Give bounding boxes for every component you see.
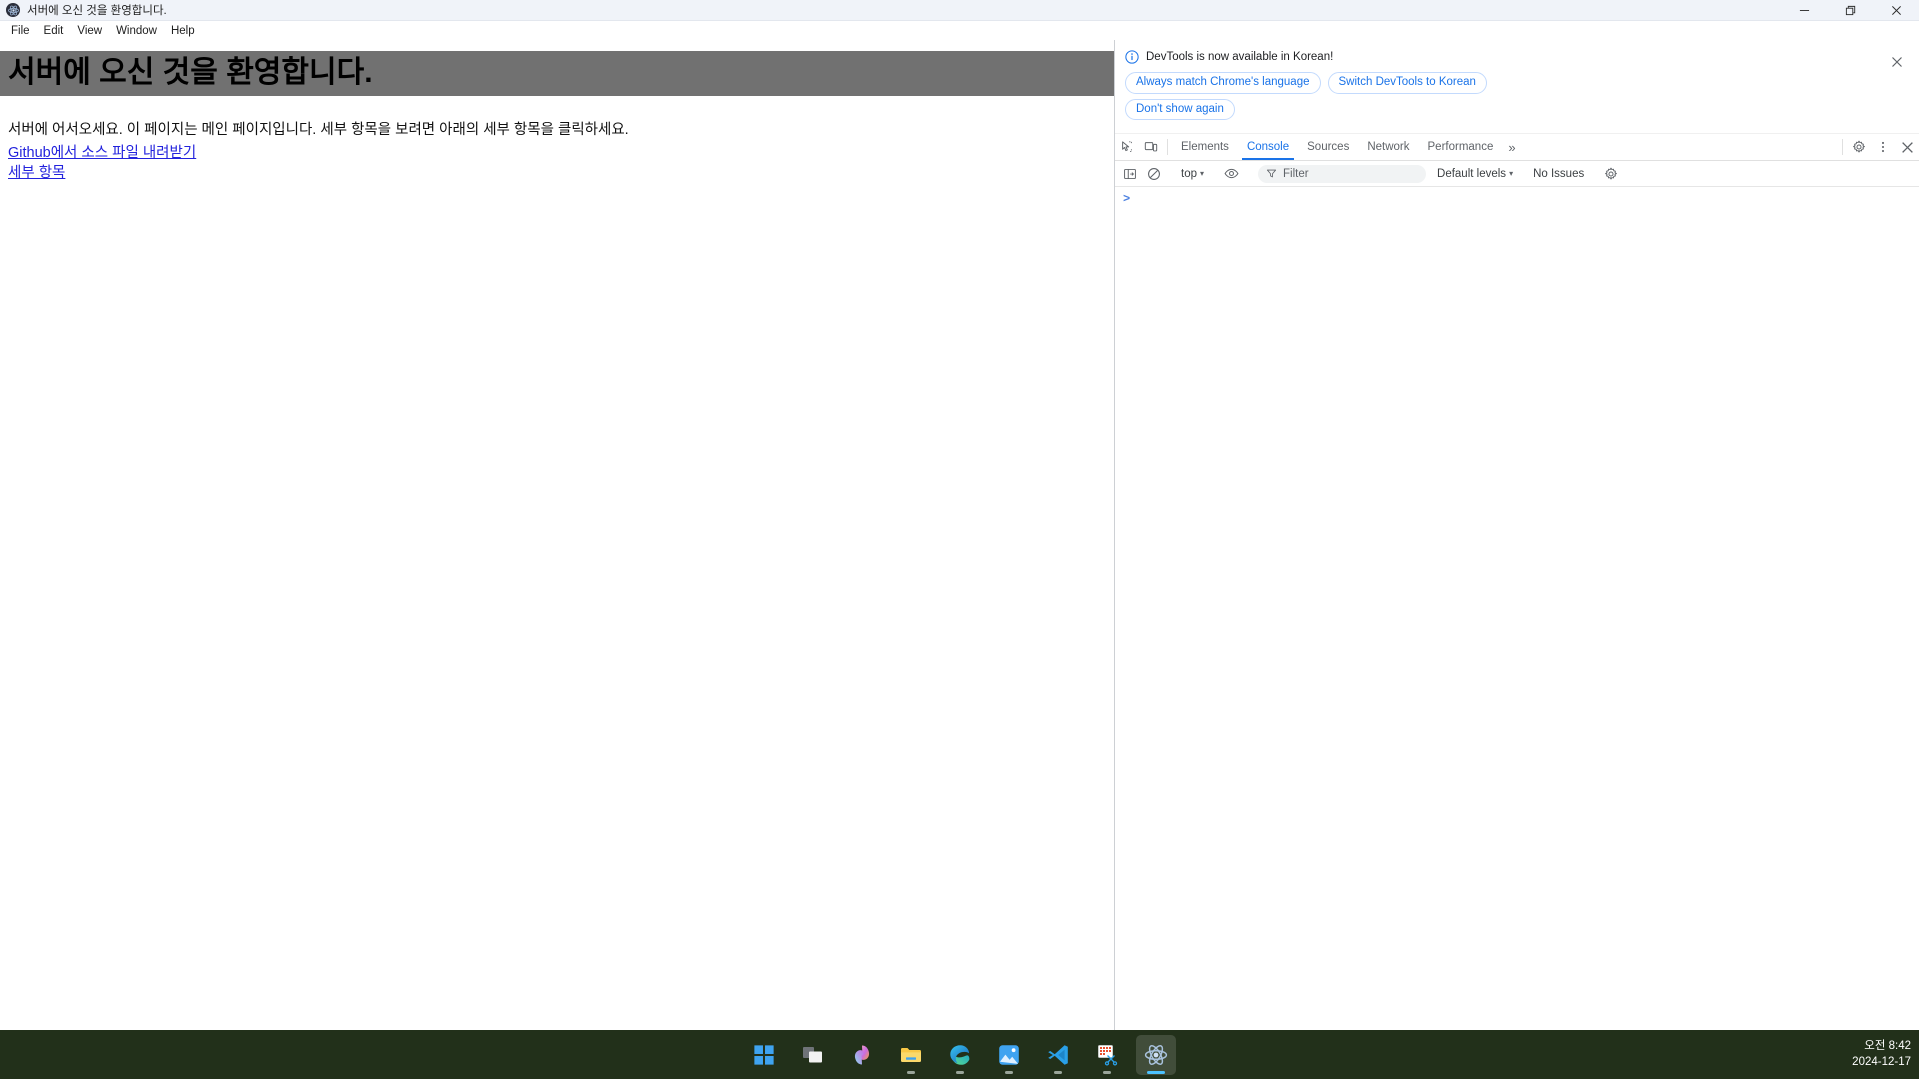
window-titlebar[interactable]: 서버에 오신 것을 환영합니다. [0, 0, 1919, 21]
folder-icon [900, 1047, 921, 1062]
tabbar-divider [1167, 139, 1168, 156]
rendered-web-page: 서버에 오신 것을 환영합니다. 서버에 어서오세요. 이 페이지는 메인 페이… [0, 40, 1114, 1030]
tabbar-right-controls [1838, 134, 1919, 160]
more-tabs-chevron-icon[interactable]: » [1502, 134, 1521, 160]
running-indicator [906, 1070, 915, 1074]
dont-show-again-button[interactable]: Don't show again [1125, 98, 1235, 121]
window-body: 서버에 오신 것을 환영합니다. 서버에 어서오세요. 이 페이지는 메인 페이… [0, 40, 1919, 1030]
window-title: 서버에 오신 것을 환영합니다. [27, 5, 167, 17]
devtools-tabbar: Elements Console Sources Network Perform… [1115, 134, 1919, 162]
photos-icon [998, 1044, 1019, 1065]
active-indicator [1146, 1070, 1165, 1074]
chevron-down-icon-levels: ▾ [1509, 168, 1514, 178]
console-filter-input[interactable] [1283, 167, 1419, 180]
console-prompt-row[interactable]: > [1115, 191, 1919, 209]
close-devtools-icon[interactable] [1895, 134, 1919, 160]
execution-context-selector[interactable]: top ▾ [1175, 166, 1210, 182]
tab-elements[interactable]: Elements [1172, 134, 1238, 160]
device-toolbar-icon[interactable] [1139, 134, 1163, 160]
windows-taskbar: 오전 8:42 2024-12-17 [0, 1030, 1919, 1079]
tab-performance[interactable]: Performance [1419, 134, 1503, 160]
always-match-chrome-language-button[interactable]: Always match Chrome's language [1125, 72, 1321, 94]
log-levels-label: Default levels [1437, 167, 1507, 180]
running-indicator [1053, 1070, 1062, 1074]
log-levels-selector[interactable]: Default levels ▾ [1432, 166, 1518, 182]
restore-icon[interactable] [1827, 0, 1873, 21]
photos-button[interactable] [989, 1035, 1029, 1075]
application-window: 서버에 오신 것을 환영합니다. File Edit View Window H… [0, 0, 1919, 1030]
windows-logo-icon [753, 1044, 774, 1065]
minimize-icon[interactable] [1781, 0, 1827, 21]
eye-icon[interactable] [1219, 166, 1243, 181]
console-output-area[interactable]: > [1115, 187, 1919, 1030]
electron-app-button[interactable] [1135, 1034, 1176, 1075]
task-view-button[interactable] [793, 1035, 833, 1075]
info-circle-icon [1125, 50, 1139, 64]
execution-context-label: top [1181, 167, 1197, 180]
notification-content: DevTools is now available in Korean! Alw… [1125, 50, 1887, 125]
settings-gear-icon[interactable] [1847, 134, 1871, 160]
running-indicator [1004, 1070, 1013, 1074]
inspect-element-icon[interactable] [1115, 134, 1139, 160]
menu-item-view[interactable]: View [70, 23, 109, 39]
notification-button-row-secondary: Don't show again [1125, 98, 1887, 121]
more-options-kebab-icon[interactable] [1871, 134, 1895, 160]
tab-network[interactable]: Network [1358, 134, 1418, 160]
electron-atom-icon [6, 3, 20, 17]
page-content: 서버에 오신 것을 환영합니다. 서버에 어서오세요. 이 페이지는 메인 페이… [0, 51, 1114, 183]
tab-sources[interactable]: Sources [1298, 134, 1358, 160]
clock-time: 오전 8:42 [1864, 1039, 1911, 1052]
start-button[interactable] [744, 1035, 784, 1075]
electron-atom-icon [1144, 1044, 1167, 1065]
file-explorer-button[interactable] [891, 1035, 931, 1075]
chevron-down-icon: ▾ [1200, 168, 1205, 178]
console-prompt-caret-icon: > [1123, 192, 1131, 207]
menu-item-window[interactable]: Window [109, 23, 164, 39]
notification-button-row-primary: Always match Chrome's language Switch De… [1125, 72, 1887, 94]
filter-funnel-icon [1266, 169, 1277, 178]
devtools-language-notification: DevTools is now available in Korean! Alw… [1115, 40, 1919, 135]
devtools-panel: DevTools is now available in Korean! Alw… [1114, 40, 1919, 1030]
clear-console-icon[interactable] [1142, 167, 1166, 181]
issues-status-badge[interactable]: No Issues [1527, 166, 1590, 182]
clock-date: 2024-12-17 [1852, 1055, 1911, 1068]
menu-item-file[interactable]: File [4, 23, 37, 39]
copilot-button[interactable] [842, 1035, 882, 1075]
edge-icon [949, 1044, 969, 1065]
vscode-icon [1047, 1044, 1068, 1065]
close-notification-icon[interactable] [1887, 52, 1907, 72]
menu-item-edit[interactable]: Edit [37, 23, 71, 39]
console-sidebar-icon[interactable] [1118, 167, 1142, 181]
task-view-icon [802, 1046, 822, 1062]
tab-console[interactable]: Console [1238, 134, 1298, 161]
console-settings-gear-icon[interactable] [1599, 167, 1623, 181]
vscode-button[interactable] [1038, 1035, 1078, 1075]
taskbar-clock[interactable]: 오전 8:42 2024-12-17 [1852, 1039, 1911, 1071]
running-indicator [1102, 1070, 1111, 1074]
snipping-tool-button[interactable] [1087, 1035, 1127, 1075]
github-source-download-link[interactable]: Github에서 소스 파일 내려받기 [0, 143, 204, 163]
details-page-link[interactable]: 세부 항목 [0, 163, 73, 183]
tabbar-divider-right [1842, 139, 1843, 156]
close-icon[interactable] [1873, 0, 1919, 21]
menu-bar: File Edit View Window Help [0, 21, 1919, 40]
snipping-tool-icon [1097, 1044, 1117, 1066]
running-indicator [955, 1070, 964, 1074]
window-controls [1781, 0, 1919, 21]
taskbar-app-buttons [744, 1030, 1176, 1079]
notification-message-row: DevTools is now available in Korean! [1125, 50, 1887, 64]
switch-devtools-to-korean-button[interactable]: Switch DevTools to Korean [1327, 72, 1487, 94]
microsoft-edge-button[interactable] [940, 1035, 980, 1075]
console-toolbar: top ▾ Default [1115, 161, 1919, 188]
console-command-input[interactable] [1134, 193, 1915, 207]
menu-item-help[interactable]: Help [164, 23, 202, 39]
console-filter-box[interactable] [1258, 164, 1427, 183]
page-heading: 서버에 오신 것을 환영합니다. [0, 51, 1114, 97]
notification-message: DevTools is now available in Korean! [1146, 51, 1334, 63]
copilot-icon [854, 1045, 869, 1064]
page-paragraph: 서버에 어서오세요. 이 페이지는 메인 페이지입니다. 세부 항목을 보려면 … [8, 122, 629, 139]
